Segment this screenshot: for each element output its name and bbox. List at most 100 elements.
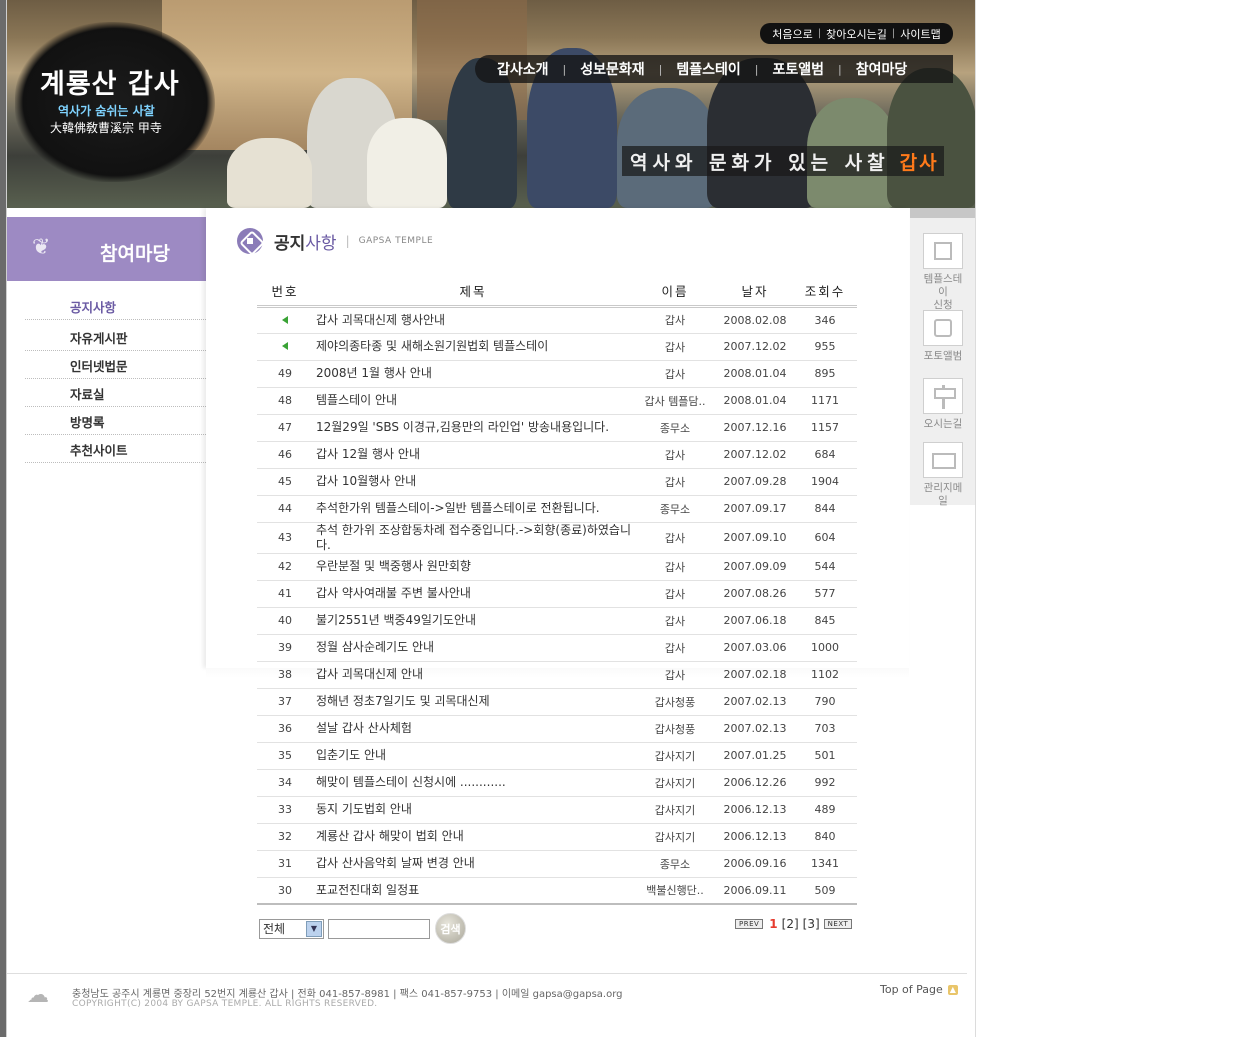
next-button[interactable]: NEXT [823, 919, 853, 929]
table-row[interactable]: 49 2008년 1월 행사 안내 갑사 2008.01.04 895 [257, 360, 857, 388]
cell-views: 1000 [793, 634, 857, 662]
table-row[interactable]: 42 우란분절 및 백중행사 원만회향 갑사 2007.09.09 544 [257, 553, 857, 581]
quick-item-label: 포토앨범 [923, 350, 963, 362]
gnb-item-templestay[interactable]: 템플스테이 [662, 59, 754, 79]
cell-subject[interactable]: 갑사 산사음악회 날짜 변경 안내 [313, 850, 633, 878]
table-row[interactable]: 43 추석 한가위 조상합동차례 접수중입니다.->회향(종료)하였습니다. 갑사 2… [257, 522, 857, 554]
search-button[interactable]: 검색 [435, 913, 466, 944]
cell-subject[interactable]: 템플스테이 안내 [313, 387, 633, 415]
quick-item-label: 관리지메일 [923, 482, 963, 507]
cell-name: 백불신행단.. [633, 877, 717, 905]
cell-date: 2007.02.13 [717, 715, 793, 743]
page-link[interactable]: [3] [803, 917, 820, 931]
util-link-directions[interactable]: 찾아오시는길 [821, 26, 892, 42]
cell-subject[interactable]: 갑사 12월 행사 안내 [313, 441, 633, 469]
cell-name: 갑사 [633, 468, 717, 496]
cell-name: 갑사 [633, 333, 717, 361]
footer-address: 충청남도 공주시 계룡면 중장리 52번지 계룡산 갑사 | 전화 041-85… [72, 989, 623, 1000]
cell-subject[interactable]: 정월 삼사순례기도 안내 [313, 634, 633, 662]
table-row[interactable]: 38 갑사 괴목대신제 안내 갑사 2007.02.18 1102 [257, 661, 857, 689]
cell-subject[interactable]: 제야의종타종 및 새해소원기원법회 템플스테이 [313, 333, 633, 361]
table-row[interactable]: 41 갑사 약사여래불 주변 불사안내 갑사 2007.08.26 577 [257, 580, 857, 608]
table-row[interactable]: 40 불기2551년 백중49일기도안내 갑사 2007.06.18 845 [257, 607, 857, 635]
table-row[interactable]: 37 정해년 정초7일기도 및 괴목대신제 갑사청풍 2007.02.13 790 [257, 688, 857, 716]
cell-date: 2006.09.16 [717, 850, 793, 878]
cell-subject[interactable]: 불기2551년 백중49일기도안내 [313, 607, 633, 635]
prev-button[interactable]: PREV [735, 919, 764, 929]
gnb-item-community[interactable]: 참여마당 [842, 59, 922, 79]
quick-item-directions[interactable]: 오시는길 [920, 378, 966, 431]
cell-date: 2006.12.13 [717, 823, 793, 851]
util-link-home[interactable]: 처음으로 [767, 26, 817, 42]
cell-subject[interactable]: 갑사 10월행사 안내 [313, 468, 633, 496]
gnb-item-about[interactable]: 갑사소개 [475, 59, 563, 79]
table-row[interactable]: 36 설날 갑사 산사체험 갑사청풍 2007.02.13 703 [257, 715, 857, 743]
table-row[interactable]: 47 12월29일 'SBS 이경규,김용만의 라인업' 방송내용입니다. 종무소 2… [257, 414, 857, 442]
cell-subject[interactable]: 갑사 괴목대신제 안내 [313, 661, 633, 689]
table-row[interactable]: 46 갑사 12월 행사 안내 갑사 2007.12.02 684 [257, 441, 857, 469]
table-row[interactable]: 31 갑사 산사음악회 날짜 변경 안내 종무소 2006.09.16 1341 [257, 850, 857, 878]
knot-icon [237, 228, 263, 254]
sidebar-item-notice[interactable]: 공지사항 [25, 292, 206, 320]
cell-number: 45 [257, 468, 313, 496]
cell-subject[interactable]: 동지 기도법회 안내 [313, 796, 633, 824]
table-row[interactable]: 48 템플스테이 안내 갑사 템플담.. 2008.01.04 1171 [257, 387, 857, 415]
cell-subject[interactable]: 갑사 괴목대신제 행사안내 [313, 306, 633, 334]
cell-subject[interactable]: 정해년 정초7일기도 및 괴목대신제 [313, 688, 633, 716]
sidebar-item-archive[interactable]: 자료실 [25, 379, 206, 407]
cell-name: 갑사 [633, 607, 717, 635]
cell-subject[interactable]: 계룡산 갑사 해맞이 법회 안내 [313, 823, 633, 851]
top-of-page-link[interactable]: Top of Page ▲ [880, 983, 958, 996]
sidebar-item-guestbook[interactable]: 방명록 [25, 407, 206, 435]
table-row[interactable]: 39 정월 삼사순례기도 안내 갑사 2007.03.06 1000 [257, 634, 857, 662]
cell-views: 1171 [793, 387, 857, 415]
cell-subject[interactable]: 추석 한가위 조상합동차례 접수중입니다.->회향(종료)하였습니다. [313, 522, 633, 554]
table-row[interactable]: 30 포교전진대회 일정표 백불신행단.. 2006.09.11 509 [257, 877, 857, 905]
util-link-sitemap[interactable]: 사이트맵 [895, 26, 945, 42]
table-row[interactable]: 45 갑사 10월행사 안내 갑사 2007.09.28 1904 [257, 468, 857, 496]
cell-number: 34 [257, 769, 313, 797]
table-row[interactable]: 갑사 괴목대신제 행사안내 갑사 2008.02.08 346 [257, 306, 857, 334]
cell-subject[interactable]: 12월29일 'SBS 이경규,김용만의 라인업' 방송내용입니다. [313, 414, 633, 442]
page-title-main: 공지 [274, 233, 306, 254]
table-row[interactable]: 34 해맞이 템플스테이 신청시에 ............ 갑사지기 2006.12… [257, 769, 857, 797]
page-header: 공지사항 | GAPSA TEMPLE [237, 226, 433, 256]
sidebar-item-links[interactable]: 추천사이트 [25, 435, 206, 463]
search-input[interactable] [328, 918, 430, 939]
notice-speaker-icon [282, 342, 288, 350]
sidebar-item-dharma[interactable]: 인터넷법문 [25, 351, 206, 379]
slogan-highlight: 갑사 [899, 151, 939, 174]
quick-item-templestay[interactable]: 템플스테이 신청 [920, 233, 966, 312]
table-row[interactable]: 33 동지 기도법회 안내 갑사지기 2006.12.13 489 [257, 796, 857, 824]
cell-views: 1341 [793, 850, 857, 878]
gnb-item-photo[interactable]: 포토앨범 [759, 59, 839, 79]
cell-subject[interactable]: 갑사 약사여래불 주변 불사안내 [313, 580, 633, 608]
cell-name: 갑사 [633, 306, 717, 334]
table-row[interactable]: 44 추석한가위 템플스테이->일반 템플스테이로 전환됩니다. 종무소 2007.0… [257, 495, 857, 523]
cell-subject[interactable]: 2008년 1월 행사 안내 [313, 360, 633, 388]
cell-number: 44 [257, 495, 313, 523]
cell-subject[interactable]: 설날 갑사 산사체험 [313, 715, 633, 743]
cell-date: 2007.03.06 [717, 634, 793, 662]
cell-subject[interactable]: 해맞이 템플스테이 신청시에 ............ [313, 769, 633, 797]
cell-subject[interactable]: 포교전진대회 일정표 [313, 877, 633, 905]
search-field-select[interactable]: 전체 ▼ [259, 918, 324, 939]
sidebar-item-free-board[interactable]: 자유게시판 [25, 323, 206, 351]
cell-date: 2007.08.26 [717, 580, 793, 608]
page-link[interactable]: [2] [782, 917, 799, 931]
cell-name: 갑사 [633, 580, 717, 608]
quick-item-photo[interactable]: 포토앨범 [920, 310, 966, 363]
cell-views: 1157 [793, 414, 857, 442]
cell-subject[interactable]: 입춘기도 안내 [313, 742, 633, 770]
chevron-down-icon[interactable]: ▼ [306, 920, 322, 937]
table-row[interactable]: 35 입춘기도 안내 갑사지기 2007.01.25 501 [257, 742, 857, 770]
cell-subject[interactable]: 추석한가위 템플스테이->일반 템플스테이로 전환됩니다. [313, 495, 633, 523]
table-row[interactable]: 32 계룡산 갑사 해맞이 법회 안내 갑사지기 2006.12.13 840 [257, 823, 857, 851]
gnb-item-heritage[interactable]: 성보문화재 [566, 59, 658, 79]
quick-item-mail[interactable]: 관리지메일 [920, 442, 966, 508]
cell-subject[interactable]: 우란분절 및 백중행사 원만회향 [313, 553, 633, 581]
table-row[interactable]: 제야의종타종 및 새해소원기원법회 템플스테이 갑사 2007.12.02 955 [257, 333, 857, 361]
cell-number: 49 [257, 360, 313, 388]
cell-views: 509 [793, 877, 857, 905]
site-logo[interactable]: 계룡산 갑사 [40, 62, 180, 101]
